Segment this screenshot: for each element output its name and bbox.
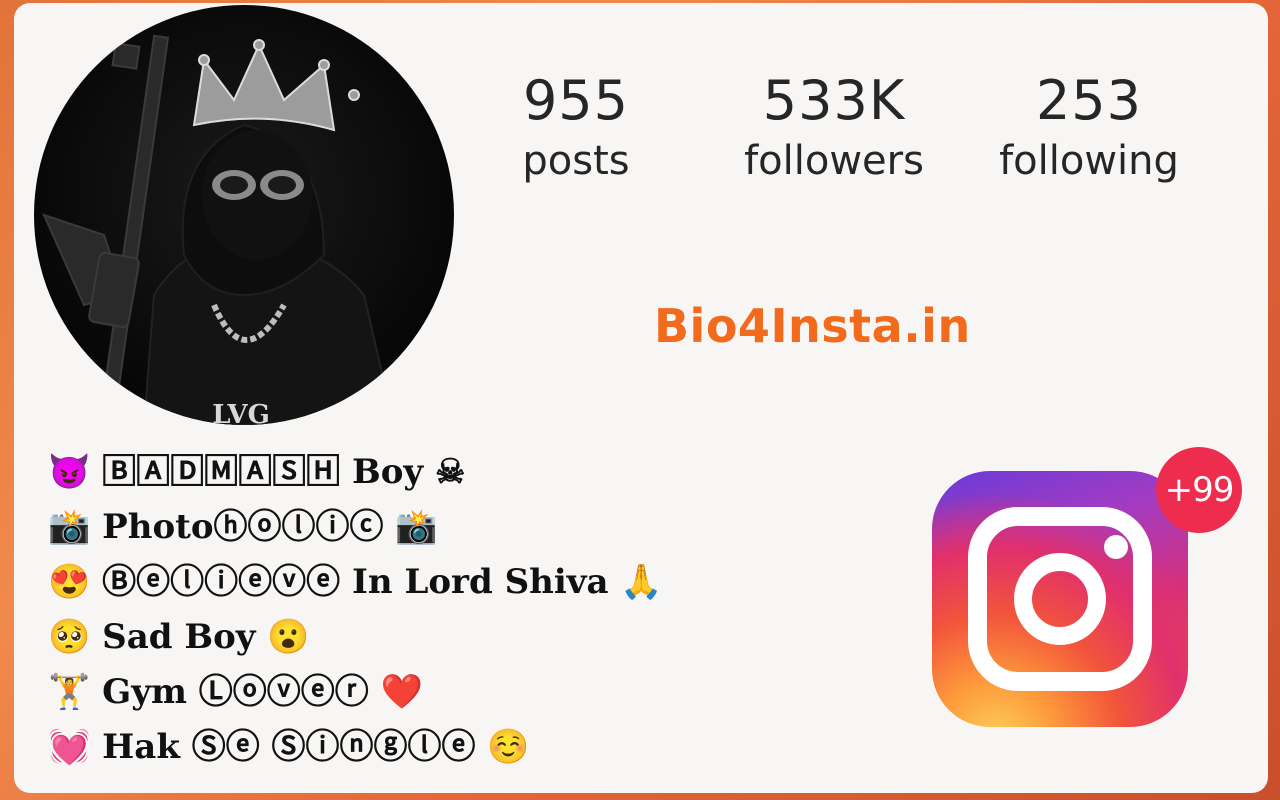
watermark-text: Bio4Insta.in [654, 299, 971, 353]
following-stat[interactable]: 253 following [984, 71, 1194, 187]
following-count: 253 [1035, 69, 1143, 132]
notification-badge[interactable]: +99 [1156, 447, 1242, 533]
bio-line: 😈 🄱🄰🄳🄼🄰🅂🄷 Boy ☠ [48, 452, 466, 492]
bio-line: 😍 Ⓑⓔⓛⓘⓔⓥⓔ In Lord Shiva 🙏 [48, 562, 663, 602]
bio-line: 🥺 Sad Boy 😮 [48, 617, 310, 657]
avatar-image: LVG [42, 34, 396, 425]
bio-line: 🏋 Gym Ⓛⓞⓥⓔⓡ ❤️ [48, 672, 423, 712]
bio-line: 💓 Hak Ⓢⓔ Ⓢⓘⓝⓖⓛⓔ ☺️ [48, 727, 530, 767]
followers-count: 533K [762, 69, 906, 132]
posts-label: posts [522, 138, 630, 184]
profile-card: LVG 955 posts 533K followers 253 followi… [14, 3, 1268, 793]
bio-line: 📸 Photoⓗⓞⓛⓘⓒ 📸 [48, 507, 438, 547]
instagram-flash-dot [1104, 535, 1128, 559]
profile-avatar[interactable]: LVG [34, 5, 454, 425]
following-label: following [999, 138, 1179, 184]
posts-count: 955 [522, 69, 630, 132]
profile-bio: 😈 🄱🄰🄳🄼🄰🅂🄷 Boy ☠ 📸 Photoⓗⓞⓛⓘⓒ 📸 😍 Ⓑⓔⓛⓘⓔⓥⓔ… [48, 445, 808, 775]
followers-stat[interactable]: 533K followers [714, 71, 954, 187]
avatar-chain-text: LVG [212, 400, 270, 425]
followers-label: followers [744, 138, 924, 184]
instagram-icon[interactable] [932, 471, 1188, 727]
posts-stat[interactable]: 955 posts [496, 71, 656, 187]
instagram-lens [1014, 553, 1106, 645]
